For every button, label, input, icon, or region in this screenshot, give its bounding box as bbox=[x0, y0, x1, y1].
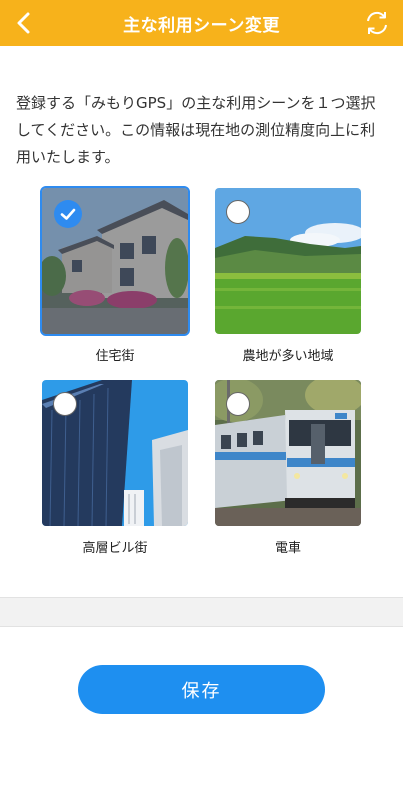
checkmark-icon bbox=[60, 208, 76, 220]
radio-unselected[interactable] bbox=[226, 200, 250, 224]
scene-label: 高層ビル街 bbox=[82, 541, 148, 556]
refresh-icon bbox=[367, 11, 387, 35]
scene-option-train[interactable] bbox=[215, 380, 361, 526]
save-button[interactable]: 保存 bbox=[78, 665, 325, 714]
radio-unselected[interactable] bbox=[226, 392, 250, 416]
refresh-button[interactable] bbox=[359, 5, 395, 41]
scene-option-residential[interactable] bbox=[40, 186, 190, 336]
section-divider bbox=[0, 597, 403, 627]
scene-label: 農地が多い地域 bbox=[242, 349, 334, 364]
app-header: 主な利用シーン変更 bbox=[0, 0, 403, 46]
chevron-left-icon bbox=[17, 12, 30, 34]
radio-unselected[interactable] bbox=[53, 392, 77, 416]
scene-label: 電車 bbox=[274, 541, 301, 556]
radio-selected[interactable] bbox=[54, 200, 82, 228]
scene-option-farmland[interactable] bbox=[215, 188, 361, 334]
scene-option-skyscraper[interactable] bbox=[42, 380, 188, 526]
instruction-text: 登録する「みもりGPS」の主な利用シーンを１つ選択してください。この情報は現在地… bbox=[16, 94, 376, 166]
scene-label: 住宅街 bbox=[95, 349, 135, 364]
page-title: 主な利用シーン変更 bbox=[123, 15, 280, 36]
back-button[interactable] bbox=[6, 5, 42, 41]
